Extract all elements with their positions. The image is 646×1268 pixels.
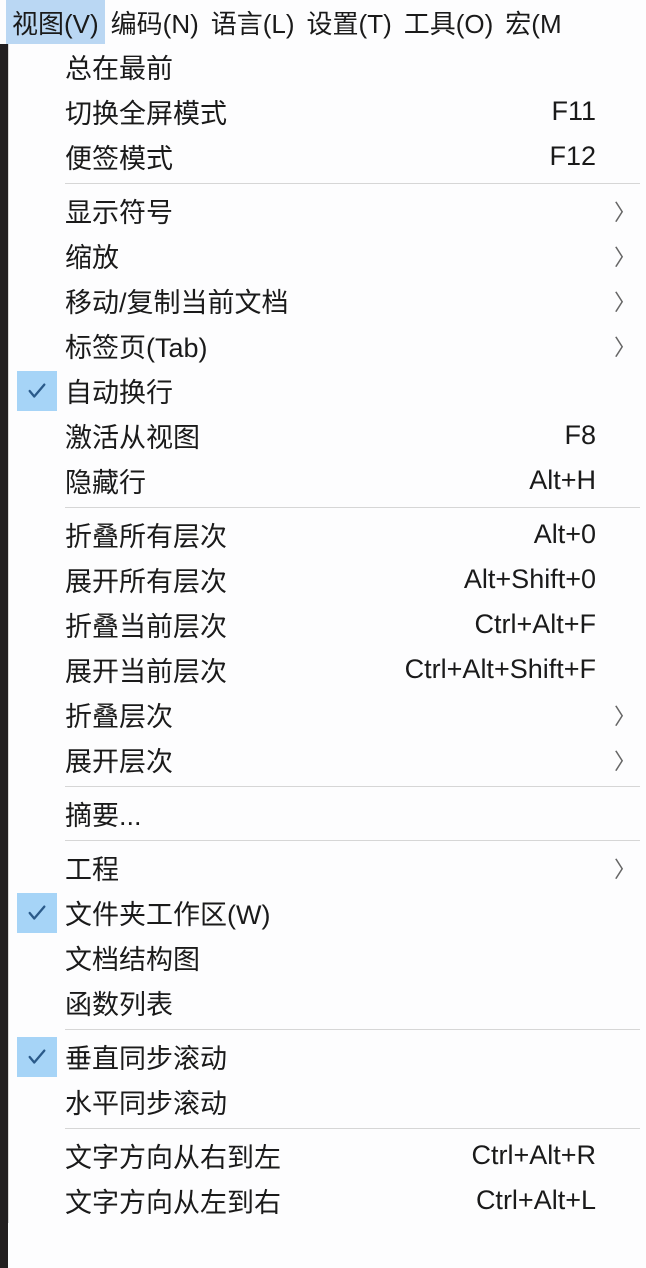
menubar-item-macro[interactable]: 宏(M: [499, 0, 567, 45]
menu-item-label: 折叠当前层次: [65, 605, 474, 644]
menu-item-collapse-current[interactable]: 折叠当前层次Ctrl+Alt+F: [9, 602, 640, 647]
menu-item-label: 自动换行: [65, 371, 610, 410]
chevron-right-icon: 〉: [614, 195, 636, 227]
menu-item-label: 显示符号: [65, 191, 610, 230]
menu-item-label: 水平同步滚动: [65, 1082, 610, 1121]
menu-item-label: 垂直同步滚动: [65, 1037, 610, 1076]
menu-item-label: 文件夹工作区(W): [65, 893, 610, 932]
menu-check-column: [9, 893, 65, 933]
menu-item-label: 缩放: [65, 236, 610, 275]
menubar: 视图(V)编码(N)语言(L)设置(T)工具(O)宏(M: [0, 0, 646, 44]
chevron-right-icon: 〉: [614, 852, 636, 884]
menu-item-text-rtl[interactable]: 文字方向从右到左Ctrl+Alt+R: [9, 1133, 640, 1178]
menu-item-post-it[interactable]: 便签模式F12: [9, 134, 640, 179]
menu-item-function-list[interactable]: 函数列表: [9, 980, 640, 1025]
menu-item-label: 隐藏行: [65, 461, 529, 500]
menu-check-column: [9, 371, 65, 411]
menu-submenu-indicator: 〉: [610, 699, 640, 731]
menu-item-label: 激活从视图: [65, 416, 564, 455]
menu-item-shortcut: F8: [564, 420, 610, 451]
menu-item-shortcut: Ctrl+Alt+Shift+F: [405, 654, 610, 685]
menu-submenu-indicator: 〉: [610, 330, 640, 362]
menu-item-summary[interactable]: 摘要...: [9, 791, 640, 836]
menu-item-collapse-level[interactable]: 折叠层次〉: [9, 692, 640, 737]
menu-item-label: 折叠所有层次: [65, 515, 534, 554]
menu-item-sync-v[interactable]: 垂直同步滚动: [9, 1034, 640, 1079]
menu-item-hide-lines[interactable]: 隐藏行Alt+H: [9, 458, 640, 503]
menu-item-label: 总在最前: [65, 47, 610, 86]
chevron-right-icon: 〉: [614, 744, 636, 776]
menu-check-column: [9, 1037, 65, 1077]
menu-item-focus-other-view[interactable]: 激活从视图F8: [9, 413, 640, 458]
check-icon: [26, 380, 48, 402]
menu-item-word-wrap[interactable]: 自动换行: [9, 368, 640, 413]
menu-item-label: 移动/复制当前文档: [65, 281, 610, 320]
menu-item-show-symbol[interactable]: 显示符号〉: [9, 188, 640, 233]
menubar-item-tools[interactable]: 工具(O): [398, 0, 500, 45]
menu-item-label: 文字方向从右到左: [65, 1136, 471, 1175]
menu-separator: [65, 1029, 640, 1030]
menu-item-shortcut: Ctrl+Alt+L: [476, 1185, 610, 1216]
menubar-item-settings[interactable]: 设置(T): [301, 0, 398, 45]
menu-separator: [65, 840, 640, 841]
menu-submenu-indicator: 〉: [610, 852, 640, 884]
menu-item-shortcut: F12: [549, 141, 610, 172]
chevron-right-icon: 〉: [614, 330, 636, 362]
menu-separator: [65, 786, 640, 787]
menu-item-doc-map[interactable]: 文档结构图: [9, 935, 640, 980]
chevron-right-icon: 〉: [614, 240, 636, 272]
menu-item-text-ltr[interactable]: 文字方向从左到右Ctrl+Alt+L: [9, 1178, 640, 1223]
menu-item-fold-all[interactable]: 折叠所有层次Alt+0: [9, 512, 640, 557]
left-edge-strip: [0, 44, 8, 1268]
menu-item-label: 展开当前层次: [65, 650, 405, 689]
menu-submenu-indicator: 〉: [610, 285, 640, 317]
menu-item-shortcut: Alt+H: [529, 465, 610, 496]
menubar-item-view[interactable]: 视图(V): [6, 0, 105, 45]
menu-item-shortcut: F11: [551, 96, 610, 127]
view-menu-dropdown: 总在最前切换全屏模式F11便签模式F12显示符号〉缩放〉移动/复制当前文档〉标签…: [8, 44, 640, 1223]
chevron-right-icon: 〉: [614, 699, 636, 731]
menu-item-always-on-top[interactable]: 总在最前: [9, 44, 640, 89]
menu-item-tab[interactable]: 标签页(Tab)〉: [9, 323, 640, 368]
check-icon: [26, 1046, 48, 1068]
menu-item-label: 便签模式: [65, 137, 549, 176]
menu-item-uncollapse-level[interactable]: 展开层次〉: [9, 737, 640, 782]
menu-separator: [65, 183, 640, 184]
menu-submenu-indicator: 〉: [610, 744, 640, 776]
menu-item-label: 标签页(Tab): [65, 326, 610, 365]
menu-separator: [65, 507, 640, 508]
menu-item-label: 切换全屏模式: [65, 92, 551, 131]
menubar-item-language[interactable]: 语言(L): [205, 0, 301, 45]
check-icon: [26, 902, 48, 924]
menu-item-folder-workspace[interactable]: 文件夹工作区(W): [9, 890, 640, 935]
menu-item-label: 展开层次: [65, 740, 610, 779]
menubar-item-encoding[interactable]: 编码(N): [105, 0, 205, 45]
menu-item-zoom[interactable]: 缩放〉: [9, 233, 640, 278]
menu-item-shortcut: Alt+0: [534, 519, 610, 550]
menu-item-project[interactable]: 工程〉: [9, 845, 640, 890]
menu-item-label: 摘要...: [65, 794, 610, 833]
menu-item-label: 工程: [65, 848, 610, 887]
menu-item-uncollapse-current[interactable]: 展开当前层次Ctrl+Alt+Shift+F: [9, 647, 640, 692]
menu-item-shortcut: Alt+Shift+0: [464, 564, 610, 595]
menu-item-label: 文字方向从左到右: [65, 1181, 476, 1220]
menu-item-label: 文档结构图: [65, 938, 610, 977]
menu-submenu-indicator: 〉: [610, 240, 640, 272]
menu-item-shortcut: Ctrl+Alt+F: [474, 609, 610, 640]
chevron-right-icon: 〉: [614, 285, 636, 317]
menu-item-shortcut: Ctrl+Alt+R: [471, 1140, 610, 1171]
menu-submenu-indicator: 〉: [610, 195, 640, 227]
menu-item-label: 函数列表: [65, 983, 610, 1022]
menu-separator: [65, 1128, 640, 1129]
menu-item-move-clone[interactable]: 移动/复制当前文档〉: [9, 278, 640, 323]
menu-item-unfold-all[interactable]: 展开所有层次Alt+Shift+0: [9, 557, 640, 602]
menu-item-label: 折叠层次: [65, 695, 610, 734]
menu-item-label: 展开所有层次: [65, 560, 464, 599]
menu-item-sync-h[interactable]: 水平同步滚动: [9, 1079, 640, 1124]
menu-item-toggle-fullscreen[interactable]: 切换全屏模式F11: [9, 89, 640, 134]
